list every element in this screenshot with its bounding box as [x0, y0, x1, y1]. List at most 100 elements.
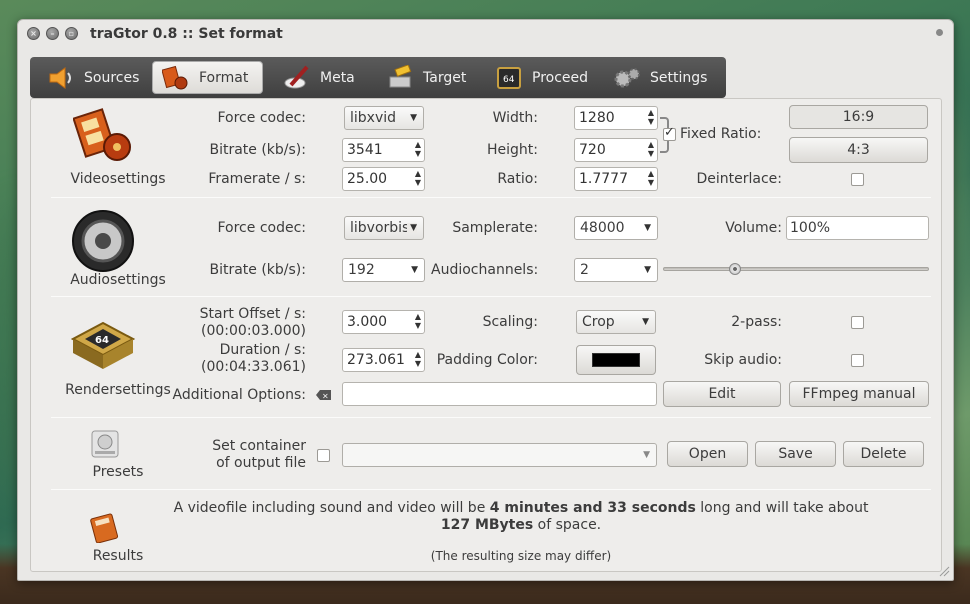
audiochannels-value: 2: [580, 262, 589, 278]
disk-drive-icon: [91, 430, 119, 458]
tab-proceed[interactable]: 64 Proceed: [486, 61, 596, 94]
audio-bitrate-value: 192: [348, 262, 375, 278]
additional-options-field[interactable]: [342, 382, 657, 406]
preset-combo[interactable]: ▼: [342, 443, 657, 467]
render-icon: 64: [70, 321, 136, 377]
chevron-down-icon: ▼: [643, 450, 650, 460]
skip-audio-label: Skip audio:: [704, 352, 782, 368]
resize-grip-icon[interactable]: [938, 565, 950, 577]
ratio-label: Ratio:: [497, 171, 538, 187]
duration-spin[interactable]: 273.061 ▲ ▼: [342, 348, 425, 372]
results-size: 127 MBytes: [440, 517, 534, 533]
start-offset-label: Start Offset / s:: [199, 306, 306, 322]
duration-value: 273.061: [347, 352, 405, 368]
ffmpeg-manual-button[interactable]: FFmpeg manual: [789, 381, 929, 407]
scaling-label: Scaling:: [482, 314, 538, 330]
height-value: 720: [579, 142, 606, 158]
ratio-4-3-button[interactable]: 4:3: [789, 137, 928, 163]
set-container-label-2: of output file: [216, 455, 306, 471]
results-icon: [89, 513, 121, 547]
film-reel-icon: [161, 65, 191, 91]
duration-time: (00:04:33.061): [201, 359, 306, 375]
video-bitrate-label: Bitrate (kb/s):: [209, 142, 306, 158]
chip-64-icon: 64: [70, 321, 136, 369]
audio-bitrate-combo[interactable]: 192 ▼: [342, 258, 425, 282]
padding-color-label: Padding Color:: [436, 352, 538, 368]
save-preset-button[interactable]: Save: [755, 441, 836, 467]
tab-settings[interactable]: Settings: [604, 61, 715, 94]
start-offset-spin[interactable]: 3.000 ▲ ▼: [342, 310, 425, 334]
chevron-down-icon: ▼: [407, 223, 417, 233]
deinterlace-label: Deinterlace:: [696, 171, 782, 187]
fixed-ratio-checkbox[interactable]: [663, 125, 676, 141]
tab-format[interactable]: Format: [152, 61, 264, 94]
spin-arrows-icon[interactable]: ▲ ▼: [648, 108, 654, 126]
video-framerate-label: Framerate / s:: [208, 171, 306, 187]
tab-sources[interactable]: Sources: [38, 61, 147, 94]
volume-field[interactable]: 100%: [786, 216, 929, 240]
results-summary: A videofile including sound and video wi…: [171, 500, 871, 534]
scaling-select[interactable]: Crop ▼: [576, 310, 656, 334]
tab-format-label: Format: [199, 69, 249, 86]
audio-icon: [71, 209, 135, 277]
audio-bitrate-label: Bitrate (kb/s):: [209, 262, 306, 278]
additional-options-label: Additional Options:: [172, 387, 306, 403]
ratio-spin[interactable]: 1.7777 ▲ ▼: [574, 167, 658, 191]
tab-target[interactable]: Target: [377, 61, 474, 94]
title-bar: × – ▫ traGtor 0.8 :: Set format: [18, 20, 953, 48]
tab-meta[interactable]: Meta: [274, 61, 363, 94]
video-framerate-value: 25.00: [347, 171, 388, 187]
results-text-pre: A videofile including sound and video wi…: [173, 500, 490, 516]
padding-color-swatch: [592, 353, 640, 367]
spin-arrows-icon[interactable]: ▲ ▼: [415, 140, 421, 158]
delete-preset-button[interactable]: Delete: [843, 441, 924, 467]
video-bitrate-spin[interactable]: 3541 ▲ ▼: [342, 138, 425, 162]
calculator-icon: [90, 513, 119, 544]
spin-arrows-icon[interactable]: ▲ ▼: [415, 169, 421, 187]
audio-codec-select[interactable]: libvorbis ▼: [344, 216, 424, 240]
edit-button[interactable]: Edit: [663, 381, 781, 407]
app-window: × – ▫ traGtor 0.8 :: Set format Sources …: [17, 19, 954, 581]
tab-meta-label: Meta: [320, 69, 355, 86]
volume-slider[interactable]: [663, 267, 929, 271]
video-framerate-spin[interactable]: 25.00 ▲ ▼: [342, 167, 425, 191]
spin-arrows-icon[interactable]: ▲ ▼: [648, 169, 654, 187]
window-menu-dot[interactable]: [936, 29, 943, 36]
set-container-label-1: Set container: [212, 438, 306, 454]
audiochannels-label: Audiochannels:: [431, 262, 539, 278]
padding-color-button[interactable]: [576, 345, 656, 375]
tab-target-label: Target: [423, 69, 467, 86]
tab-sources-label: Sources: [84, 69, 140, 86]
pen-icon: [282, 65, 312, 91]
speaker-icon: [46, 65, 76, 91]
audiochannels-combo[interactable]: 2 ▼: [574, 258, 658, 282]
section-divider: [51, 296, 931, 297]
minimize-window-button[interactable]: –: [46, 27, 59, 40]
spin-arrows-icon[interactable]: ▲ ▼: [415, 312, 421, 330]
video-bitrate-value: 3541: [347, 142, 383, 158]
clear-field-icon[interactable]: ×: [316, 389, 332, 401]
section-divider: [51, 489, 931, 490]
two-pass-checkbox[interactable]: [851, 316, 864, 329]
ratio-16-9-button[interactable]: 16:9: [789, 105, 928, 129]
open-preset-button[interactable]: Open: [667, 441, 748, 467]
height-spin[interactable]: 720 ▲ ▼: [574, 138, 658, 162]
deinterlace-checkbox[interactable]: [851, 173, 864, 186]
set-container-checkbox[interactable]: [317, 449, 330, 462]
video-codec-select[interactable]: libxvid ▼: [344, 106, 424, 130]
ratio-value: 1.7777: [579, 171, 628, 187]
volume-slider-handle[interactable]: [728, 263, 741, 275]
spin-arrows-icon[interactable]: ▲ ▼: [648, 140, 654, 158]
presets-icon: [89, 429, 121, 463]
samplerate-combo[interactable]: 48000 ▼: [574, 216, 658, 240]
film-reel-icon: [72, 108, 131, 161]
maximize-window-button[interactable]: ▫: [65, 27, 78, 40]
width-spin[interactable]: 1280 ▲ ▼: [574, 106, 658, 130]
chevron-down-icon: ▼: [644, 223, 651, 233]
chevron-down-icon: ▼: [642, 317, 649, 327]
results-text-mid: long and will take about: [695, 500, 869, 516]
two-pass-label: 2-pass:: [731, 314, 782, 330]
skip-audio-checkbox[interactable]: [851, 354, 864, 367]
close-window-button[interactable]: ×: [27, 27, 40, 40]
scaling-value: Crop: [582, 314, 615, 330]
